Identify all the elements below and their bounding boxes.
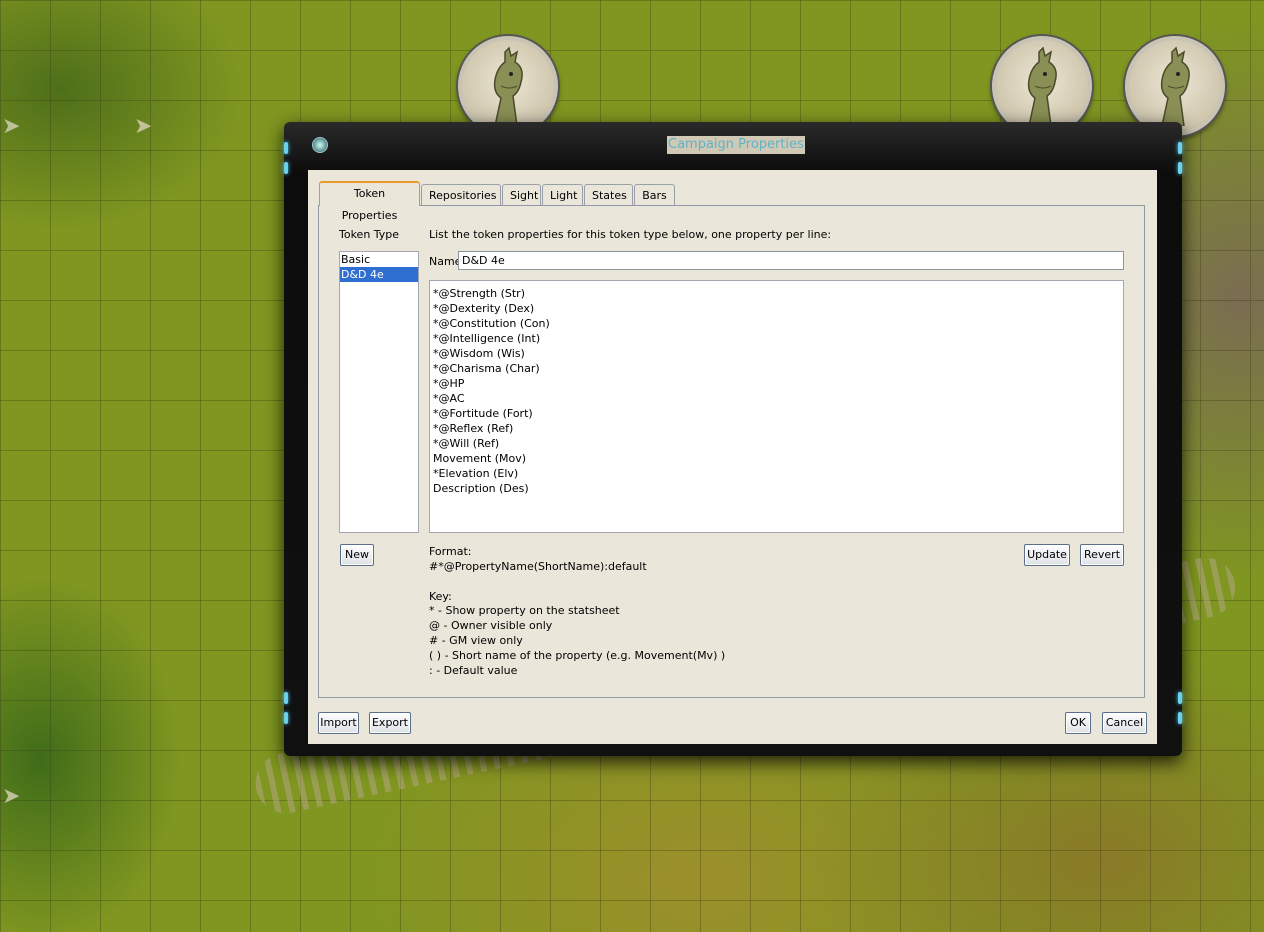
window-title: Campaign Properties xyxy=(667,136,805,154)
frame-led xyxy=(1178,162,1182,174)
frame-led xyxy=(1178,142,1182,154)
tab-states[interactable]: States xyxy=(584,184,633,205)
frame-led xyxy=(284,712,288,724)
property-line: *Elevation (Elv) xyxy=(433,467,519,480)
import-button[interactable]: Import xyxy=(318,712,359,734)
key-line: * - Show property on the statsheet xyxy=(429,604,620,617)
token-type-list[interactable]: Basic D&D 4e xyxy=(339,251,419,533)
lizardfolk-icon xyxy=(1027,46,1057,126)
lizard-token[interactable] xyxy=(1125,36,1225,136)
key-line: @ - Owner visible only xyxy=(429,619,553,632)
tab-sight[interactable]: Sight xyxy=(502,184,541,205)
tab-token-properties[interactable]: Token Properties xyxy=(319,181,420,222)
name-field[interactable] xyxy=(458,251,1124,270)
key-label: Key: xyxy=(429,590,452,603)
frame-led xyxy=(1178,712,1182,724)
lizardfolk-icon xyxy=(1160,46,1190,126)
property-line: *@Dexterity (Dex) xyxy=(433,302,535,315)
property-line: *@Will (Ref) xyxy=(433,437,500,450)
format-label: Format: xyxy=(429,545,472,558)
property-line: Movement (Mov) xyxy=(433,452,527,465)
format-value: #*@PropertyName(ShortName):default xyxy=(429,560,647,573)
frame-led xyxy=(284,142,288,154)
frame-led xyxy=(1178,692,1182,704)
token-type-item-dnd4e[interactable]: D&D 4e xyxy=(340,267,418,282)
property-line: *@Strength (Str) xyxy=(433,287,525,300)
update-button[interactable]: Update xyxy=(1024,544,1070,566)
property-line: *@AC xyxy=(433,392,465,405)
property-line: *@Reflex (Ref) xyxy=(433,422,514,435)
revert-button[interactable]: Revert xyxy=(1080,544,1124,566)
property-line: *@Fortitude (Fort) xyxy=(433,407,533,420)
property-line: *@Wisdom (Wis) xyxy=(433,347,525,360)
map-arrow-icon: ➤ xyxy=(134,114,153,139)
instruction-text: List the token properties for this token… xyxy=(429,228,832,241)
frame-led xyxy=(284,162,288,174)
key-line: ( ) - Short name of the property (e.g. M… xyxy=(429,649,726,662)
token-type-item-basic[interactable]: Basic xyxy=(340,252,418,267)
tab-repositories[interactable]: Repositories xyxy=(421,184,501,205)
map-arrow-icon: ➤ xyxy=(2,784,21,809)
lizardfolk-icon xyxy=(493,46,523,126)
property-line: *@HP xyxy=(433,377,465,390)
frame-led xyxy=(284,692,288,704)
tab-light[interactable]: Light xyxy=(542,184,583,205)
window-menu-icon[interactable] xyxy=(312,137,328,153)
property-line: *@Intelligence (Int) xyxy=(433,332,541,345)
cancel-button[interactable]: Cancel xyxy=(1102,712,1147,734)
ok-button[interactable]: OK xyxy=(1065,712,1091,734)
key-line: # - GM view only xyxy=(429,634,523,647)
lizard-token[interactable] xyxy=(458,36,558,136)
property-line: *@Constitution (Con) xyxy=(433,317,550,330)
tab-bars[interactable]: Bars xyxy=(634,184,675,205)
property-line: *@Charisma (Char) xyxy=(433,362,540,375)
token-type-label: Token Type xyxy=(339,228,400,241)
map-arrow-icon: ➤ xyxy=(2,114,21,139)
property-line: Description (Des) xyxy=(433,482,529,495)
key-line: : - Default value xyxy=(429,664,518,677)
key-legend: * - Show property on the statsheet @ - O… xyxy=(429,603,725,678)
lizard-token[interactable] xyxy=(992,36,1092,136)
new-button[interactable]: New xyxy=(340,544,374,566)
properties-textarea[interactable]: *@Strength (Str) *@Dexterity (Dex) *@Con… xyxy=(429,280,1124,533)
export-button[interactable]: Export xyxy=(369,712,411,734)
